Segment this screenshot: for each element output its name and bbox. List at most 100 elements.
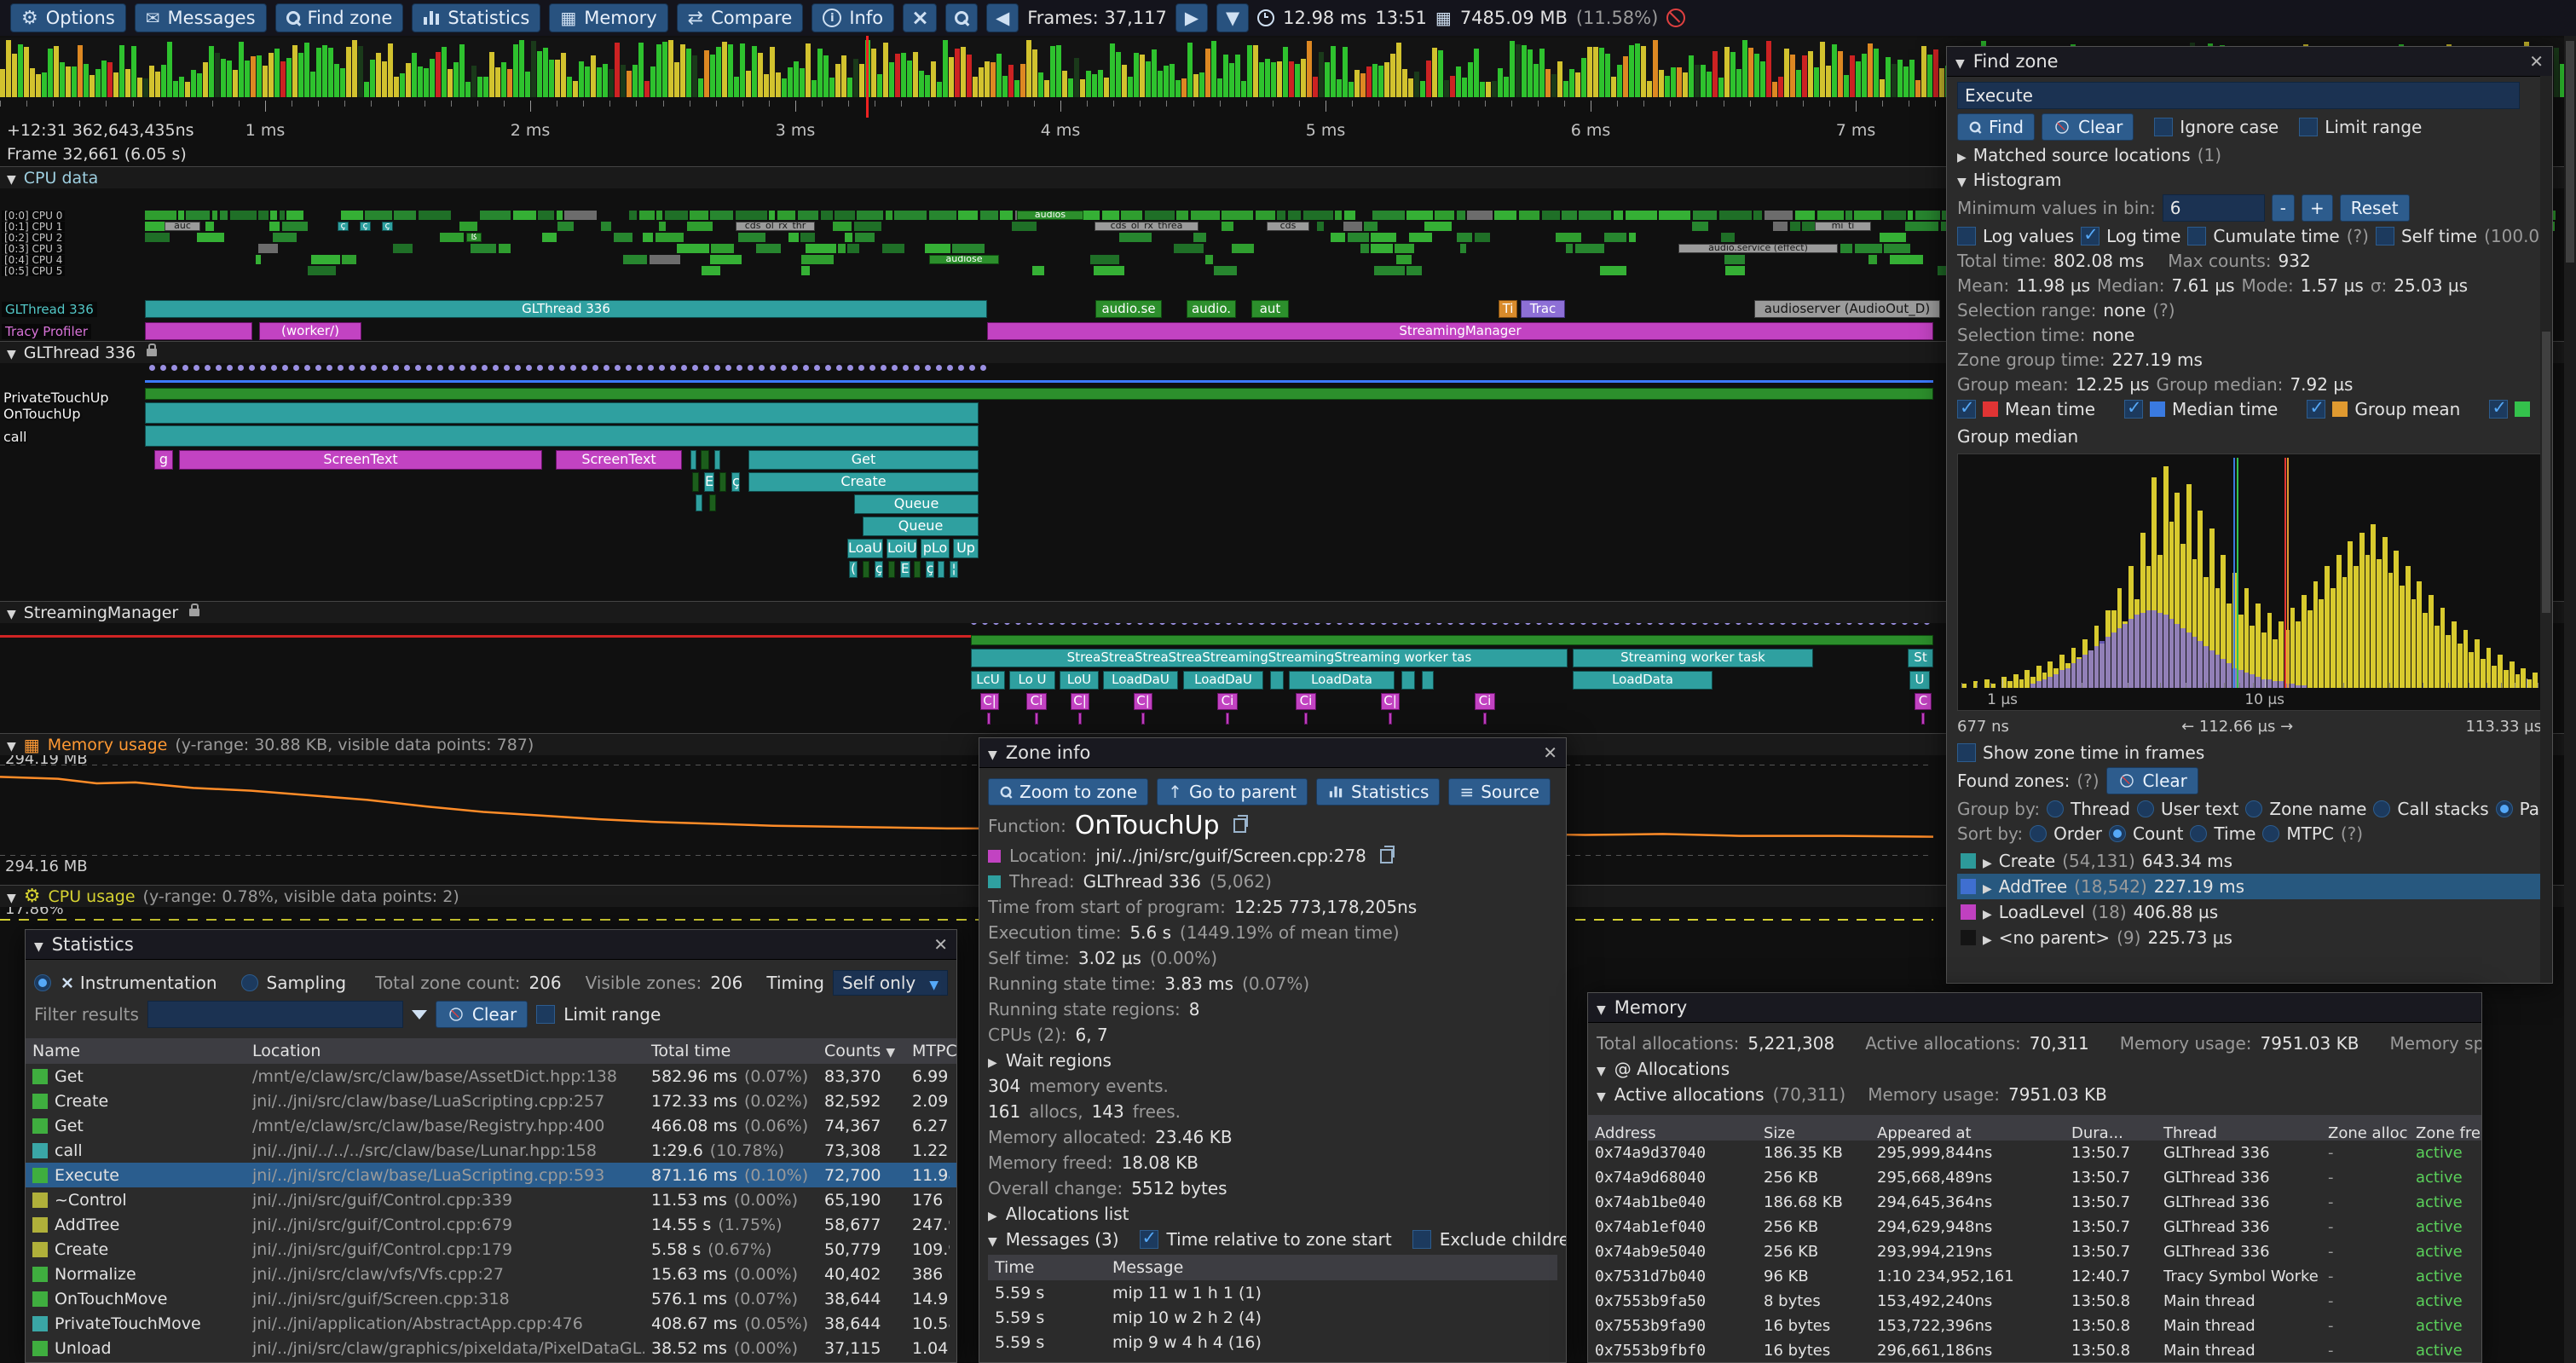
found-zone-row[interactable]: AddTree(18,542)227.19 ms bbox=[1957, 874, 2542, 899]
close-icon[interactable] bbox=[1543, 742, 1557, 763]
timeline-zone[interactable]: Get bbox=[748, 450, 979, 470]
timeline-zone[interactable]: auc bbox=[165, 222, 200, 231]
timeline-zone[interactable] bbox=[145, 388, 1933, 400]
limit-range-checkbox[interactable] bbox=[536, 1005, 555, 1024]
timeline-zone[interactable]: pLo bbox=[921, 539, 950, 558]
timeline-zone[interactable] bbox=[690, 450, 696, 470]
timeline-zone[interactable]: ( bbox=[849, 561, 858, 578]
prev-frame-button[interactable] bbox=[986, 3, 1019, 32]
timeline-zone[interactable] bbox=[1035, 713, 1038, 725]
col-size[interactable]: Size bbox=[1764, 1124, 1870, 1142]
found-clear-button[interactable]: Clear bbox=[2106, 767, 2198, 794]
timeline-zone[interactable] bbox=[1226, 713, 1229, 725]
message-row[interactable]: 5.59 smip 9 w 4 h 4 (16) bbox=[988, 1330, 1557, 1354]
timeline-zone[interactable]: ¦ bbox=[950, 561, 958, 578]
timeline-zone[interactable]: audio. bbox=[1187, 300, 1236, 318]
timeline-zone[interactable]: St bbox=[1908, 649, 1933, 667]
group-by-radio[interactable] bbox=[2047, 800, 2064, 817]
timeline-zone[interactable]: audio.service (effect) bbox=[1678, 244, 1838, 253]
timing-combo[interactable]: Self only bbox=[833, 970, 948, 996]
copy-icon[interactable] bbox=[1380, 849, 1393, 863]
zone-statistics-button[interactable]: Statistics bbox=[1316, 778, 1440, 806]
help-marker[interactable]: (?) bbox=[2341, 823, 2363, 844]
timeline-zone[interactable]: Ti bbox=[1499, 300, 1517, 318]
col-name[interactable]: Name bbox=[32, 1042, 245, 1060]
stats-table-row[interactable]: Get/mnt/e/claw/src/claw/base/AssetDict.h… bbox=[26, 1064, 956, 1089]
option-checkbox[interactable] bbox=[2081, 227, 2099, 245]
sort-by-radio[interactable] bbox=[2109, 825, 2126, 842]
limit-range-checkbox[interactable] bbox=[2299, 118, 2318, 136]
timeline-zone[interactable]: ç bbox=[382, 222, 393, 231]
timeline-zone[interactable]: C| bbox=[1071, 693, 1089, 710]
col-zone-free[interactable]: Zone free bbox=[2416, 1124, 2482, 1142]
timeline-zone[interactable]: LcU bbox=[971, 671, 1005, 690]
memory-button[interactable]: Memory bbox=[549, 3, 667, 32]
sort-by-radio[interactable] bbox=[2262, 825, 2279, 842]
help-marker[interactable]: (?) bbox=[2152, 300, 2175, 321]
show-zone-time-checkbox[interactable] bbox=[1957, 743, 1976, 762]
timeline-zone[interactable]: audio.se bbox=[1095, 300, 1162, 318]
timeline-zone[interactable]: LoadDaU bbox=[1183, 671, 1263, 690]
allocation-row[interactable]: 0x74ab9e5040256 KB293,994,219ns13:50.7GL… bbox=[1588, 1239, 2481, 1264]
stats-table-row[interactable]: calljni/../jni/../../../src/claw/base/Lu… bbox=[26, 1138, 956, 1163]
timeline-zone[interactable]: LoU bbox=[1060, 671, 1099, 690]
timeline-zone[interactable] bbox=[1141, 713, 1145, 725]
timeline-zone[interactable]: ç bbox=[338, 222, 349, 231]
timeline-zone[interactable]: ç bbox=[731, 472, 740, 492]
timeline-zone[interactable]: LoadData bbox=[1289, 671, 1395, 690]
col-mtpc[interactable]: MTPC bbox=[912, 1042, 957, 1060]
timeline-zone[interactable] bbox=[701, 450, 709, 470]
timeline-zone[interactable]: cds_ol_rx_thr bbox=[736, 222, 815, 231]
group-by-radio[interactable] bbox=[2245, 800, 2262, 817]
timeline-zone[interactable]: cds bbox=[1267, 222, 1309, 231]
col-counts[interactable]: Counts bbox=[824, 1042, 905, 1060]
histogram-expander[interactable]: Histogram bbox=[1957, 170, 2542, 190]
series-checkbox[interactable] bbox=[1957, 400, 1976, 419]
col-thread[interactable]: Thread bbox=[2163, 1124, 2321, 1142]
close-icon[interactable] bbox=[933, 934, 948, 955]
location-value[interactable]: jni/../jni/src/guif/Screen.cpp:278 bbox=[1095, 846, 1366, 866]
zoom-search-button[interactable] bbox=[945, 3, 978, 32]
col-message[interactable]: Message bbox=[1112, 1258, 1551, 1277]
series-checkbox[interactable] bbox=[2489, 400, 2508, 419]
allocation-row[interactable]: 0x74ab1be040186.68 KB294,645,364ns13:50.… bbox=[1588, 1190, 2481, 1215]
timeline-zone[interactable] bbox=[1270, 671, 1284, 690]
timeline-zone[interactable]: mi_ti bbox=[1815, 222, 1871, 231]
clear-filter-button[interactable]: Clear bbox=[436, 1001, 528, 1028]
close-icon[interactable] bbox=[2529, 51, 2544, 72]
stats-table-row[interactable]: Createjni/../jni/src/claw/base/LuaScript… bbox=[26, 1089, 956, 1113]
find-zone-title-bar[interactable]: Find zone bbox=[1947, 47, 2552, 77]
min-bin-input[interactable] bbox=[2163, 194, 2265, 222]
timeline-zone[interactable]: Up bbox=[953, 539, 979, 558]
timeline-zone[interactable]: ç bbox=[926, 561, 934, 578]
copy-icon[interactable] bbox=[1233, 818, 1246, 833]
message-row[interactable]: 5.59 smip 10 w 2 h 2 (4) bbox=[988, 1305, 1557, 1330]
timeline-zone[interactable]: ScreenText bbox=[556, 450, 682, 470]
group-by-radio[interactable] bbox=[2496, 800, 2513, 817]
allocations-table-header[interactable]: Address Size Appeared at Dura... Thread … bbox=[1588, 1115, 2481, 1141]
timeline-zone[interactable]: (worker/) bbox=[259, 322, 361, 340]
timeline-zone[interactable]: E( bbox=[900, 561, 910, 578]
timeline-zone[interactable] bbox=[1389, 713, 1392, 725]
timeline-zone[interactable]: LoadDaU bbox=[1103, 671, 1178, 690]
timeline-zone[interactable] bbox=[1422, 671, 1434, 690]
main-scrollbar[interactable] bbox=[2564, 36, 2576, 1363]
stats-table-row[interactable]: Unloadjni/../jni/src/claw/graphics/pixel… bbox=[26, 1336, 956, 1360]
options-button[interactable]: Options bbox=[10, 3, 126, 32]
timeline-zone[interactable]: C| bbox=[980, 693, 999, 710]
timeline-zone[interactable]: C| bbox=[1381, 693, 1400, 710]
scrollbar-thumb[interactable] bbox=[2542, 332, 2550, 613]
zoom-to-zone-button[interactable]: Zoom to zone bbox=[988, 778, 1148, 806]
bin-minus-button[interactable]: - bbox=[2272, 194, 2295, 222]
timeline-zone[interactable]: ç bbox=[875, 561, 883, 578]
reset-button[interactable]: Reset bbox=[2340, 194, 2410, 222]
zone-time-histogram[interactable]: 1 µs10 µs bbox=[1957, 453, 2542, 711]
allocation-row[interactable]: 0x74ab1ef040256 KB294,629,948ns13:50.7GL… bbox=[1588, 1215, 2481, 1239]
timeline-zone[interactable] bbox=[1304, 713, 1308, 725]
timeline-zone[interactable]: Ci bbox=[1217, 693, 1238, 710]
next-frame-button[interactable] bbox=[1175, 3, 1208, 32]
find-button[interactable]: Find bbox=[1957, 113, 2035, 141]
timeline-zone[interactable] bbox=[914, 561, 921, 578]
timeline-zone[interactable]: U bbox=[1909, 671, 1930, 690]
message-row[interactable]: 5.59 smip 11 w 1 h 1 (1) bbox=[988, 1280, 1557, 1305]
